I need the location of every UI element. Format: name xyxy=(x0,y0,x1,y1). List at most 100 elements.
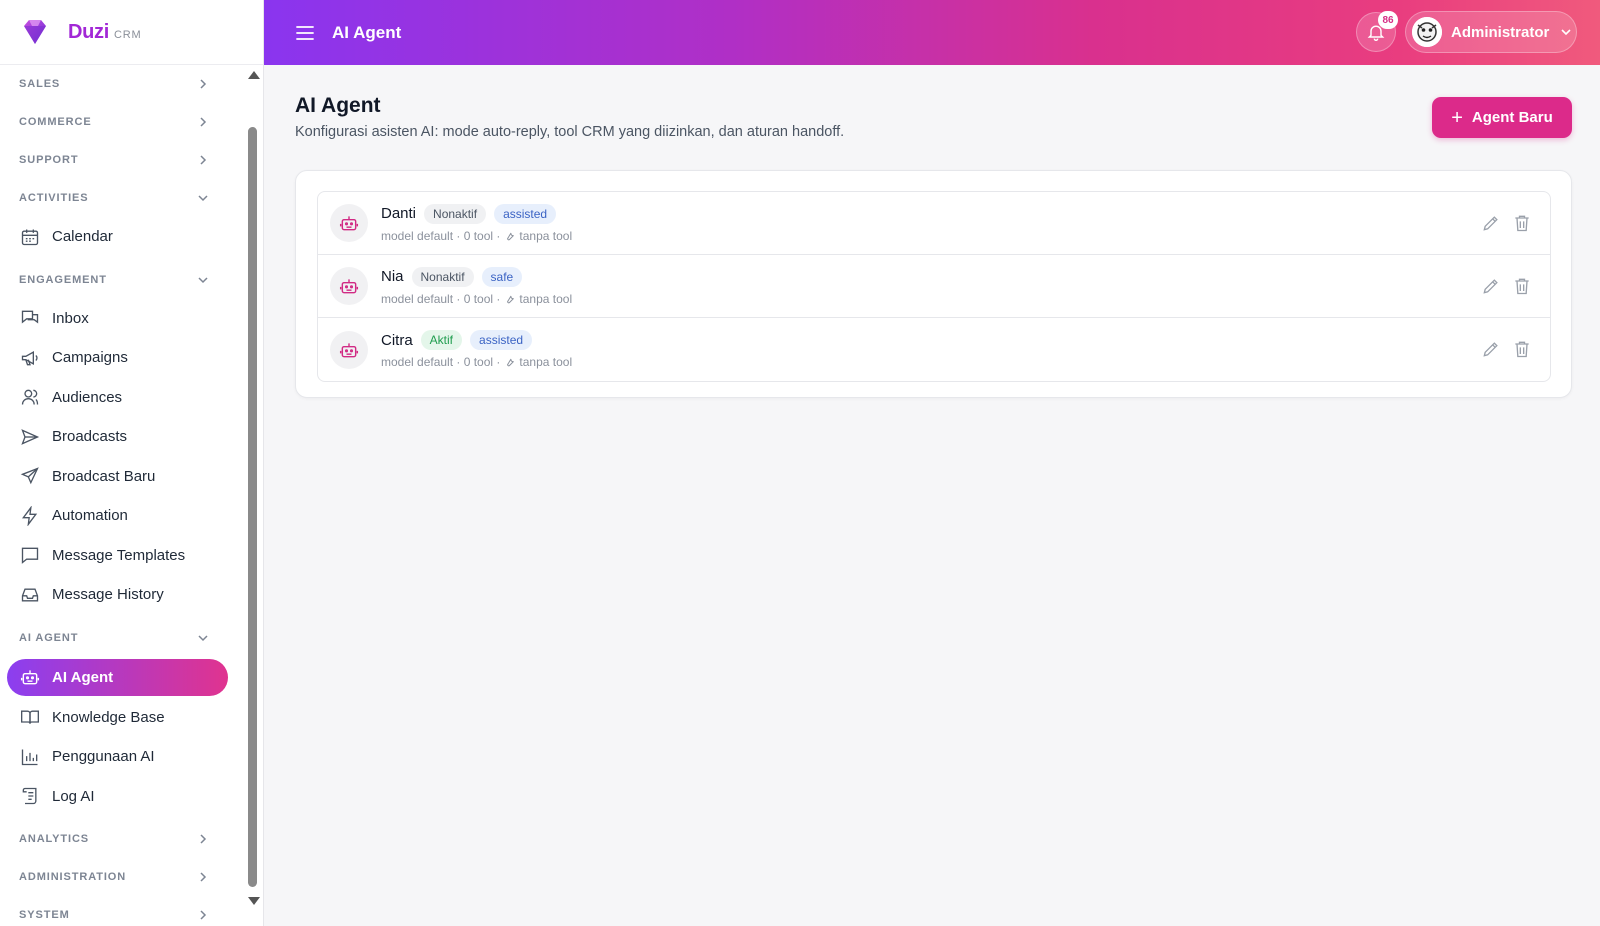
wrench-icon xyxy=(507,232,515,240)
sidebar-item-label: Broadcasts xyxy=(52,428,128,446)
new-agent-label: Agent Baru xyxy=(1471,109,1553,126)
trash-icon[interactable] xyxy=(1512,339,1532,359)
scroll-thumb[interactable] xyxy=(248,127,257,887)
section-analytics[interactable]: ANALYTICS xyxy=(0,820,245,858)
bar-chart-icon xyxy=(21,749,38,765)
page-title: AI Agent xyxy=(295,94,381,117)
agent-tools: tanpa tool xyxy=(519,291,573,306)
robot-icon xyxy=(330,330,368,369)
mode-badge: assisted xyxy=(494,203,557,224)
agent-meta: model default · 0 tool · xyxy=(381,355,501,369)
agent-name: Nia xyxy=(381,268,404,285)
section-ai-agent[interactable]: AI AGENT xyxy=(0,619,245,657)
section-label: AI AGENT xyxy=(19,631,79,644)
new-agent-button[interactable]: + Agent Baru xyxy=(1432,97,1572,138)
pencil-icon[interactable] xyxy=(1481,213,1501,233)
inbox-tray-icon xyxy=(21,588,39,602)
brand-sub: CRM xyxy=(114,29,142,41)
brand[interactable]: Duzi CRM xyxy=(0,0,263,65)
users-icon xyxy=(21,389,39,405)
agent-meta: model default · 0 tool · xyxy=(381,291,501,306)
wrench-icon xyxy=(507,358,515,367)
sidebar-item-label: Inbox xyxy=(52,309,89,327)
agent-tools: tanpa tool xyxy=(519,355,573,369)
sidebar-item-label: Penggunaan AI xyxy=(52,748,155,766)
section-label: ENGAGEMENT xyxy=(19,273,107,286)
section-engagement[interactable]: ENGAGEMENT xyxy=(0,261,245,299)
sidebar-item-penggunaan-ai[interactable]: Penggunaan AI xyxy=(7,737,228,777)
megaphone-icon xyxy=(21,350,38,366)
agent-row[interactable]: Nia Nonaktif safe model default · 0 tool… xyxy=(318,255,1550,318)
section-label: ACTIVITIES xyxy=(19,192,89,204)
sidebar-item-broadcasts[interactable]: Broadcasts xyxy=(7,417,228,457)
sidebar-item-label: Message History xyxy=(52,586,164,604)
section-activities[interactable]: ACTIVITIES xyxy=(0,179,245,217)
pencil-icon[interactable] xyxy=(1481,276,1501,296)
sidebar-item-label: Campaigns xyxy=(52,349,128,367)
sidebar-item-inbox[interactable]: Inbox xyxy=(7,299,228,339)
sidebar-item-label: AI Agent xyxy=(52,668,114,686)
robot-icon xyxy=(330,267,368,305)
mode-badge: assisted xyxy=(470,330,533,350)
sidebar-scrollbar[interactable] xyxy=(245,65,260,926)
agent-row[interactable]: Citra Aktif assisted model default · 0 t… xyxy=(318,318,1550,381)
topbar-title: AI Agent xyxy=(332,22,402,42)
sidebar-item-audiences[interactable]: Audiences xyxy=(7,378,228,418)
plus-icon: + xyxy=(1451,106,1463,129)
agent-tools: tanpa tool xyxy=(519,228,573,243)
wrench-icon xyxy=(507,295,515,303)
agent-info: Citra Aktif assisted model default · 0 t… xyxy=(381,330,572,369)
sidebar-item-message-templates[interactable]: Message Templates xyxy=(7,536,228,576)
user-menu-button[interactable]: Administrator xyxy=(1405,11,1577,53)
robot-icon xyxy=(20,670,40,685)
message-square-icon xyxy=(21,547,39,565)
sidebar-item-message-history[interactable]: Message History xyxy=(7,575,228,615)
chevron-right-icon xyxy=(200,79,207,89)
chevron-right-icon xyxy=(200,872,207,882)
topbar: AI Agent 86 Administrator xyxy=(264,0,1600,65)
hamburger-icon xyxy=(296,25,314,40)
section-commerce[interactable]: COMMERCE xyxy=(0,103,245,141)
brand-name: Duzi xyxy=(68,20,110,43)
chat-bubbles-icon xyxy=(21,310,39,324)
scroll-down-arrow-icon[interactable] xyxy=(248,897,260,905)
trash-icon[interactable] xyxy=(1512,276,1532,296)
main-content: AI Agent Konfigurasi asisten AI: mode au… xyxy=(264,65,1600,926)
mode-badge: safe xyxy=(481,266,523,287)
status-badge: Nonaktif xyxy=(411,266,474,287)
sidebar-item-label: Message Templates xyxy=(52,546,186,564)
avatar xyxy=(1412,17,1442,47)
sidebar-item-automation[interactable]: Automation xyxy=(7,496,228,536)
agent-row[interactable]: Danti Nonaktif assisted model default · … xyxy=(318,192,1550,255)
sidebar-item-label: Knowledge Base xyxy=(52,708,165,726)
sidebar-item-campaigns[interactable]: Campaigns xyxy=(7,338,228,378)
sidebar-item-label: Audiences xyxy=(52,388,123,406)
section-support[interactable]: SUPPORT xyxy=(0,141,245,179)
menu-toggle-button[interactable] xyxy=(291,19,319,47)
calendar-icon xyxy=(21,229,39,245)
agent-name: Citra xyxy=(381,331,413,349)
sidebar-item-label: Calendar xyxy=(52,228,113,246)
section-administration[interactable]: ADMINISTRATION xyxy=(0,858,245,896)
sidebar-item-calendar[interactable]: Calendar xyxy=(7,217,228,257)
chevron-right-icon xyxy=(200,910,207,920)
section-sales[interactable]: SALES xyxy=(0,65,245,103)
chevron-down-icon xyxy=(198,276,208,283)
section-system[interactable]: SYSTEM xyxy=(0,896,245,926)
send-icon xyxy=(21,428,40,445)
pencil-icon[interactable] xyxy=(1481,339,1501,359)
chevron-down-icon xyxy=(198,634,208,641)
agent-info: Nia Nonaktif safe model default · 0 tool… xyxy=(381,266,573,306)
agents-card: Danti Nonaktif assisted model default · … xyxy=(295,170,1572,398)
chevron-right-icon xyxy=(200,155,207,165)
sidebar-item-ai-agent[interactable]: AI Agent xyxy=(7,658,228,696)
trash-icon[interactable] xyxy=(1512,213,1532,233)
sidebar-item-log-ai[interactable]: Log AI xyxy=(7,777,228,817)
sidebar-item-knowledge-base[interactable]: Knowledge Base xyxy=(7,698,228,738)
section-label: SALES xyxy=(19,78,61,90)
section-label: ADMINISTRATION xyxy=(19,871,127,883)
scroll-up-arrow-icon[interactable] xyxy=(248,71,260,79)
page-subtitle: Konfigurasi asisten AI: mode auto-reply,… xyxy=(295,124,845,140)
chevron-down-icon xyxy=(1561,29,1571,36)
sidebar-item-broadcast-baru[interactable]: Broadcast Baru xyxy=(7,457,228,497)
